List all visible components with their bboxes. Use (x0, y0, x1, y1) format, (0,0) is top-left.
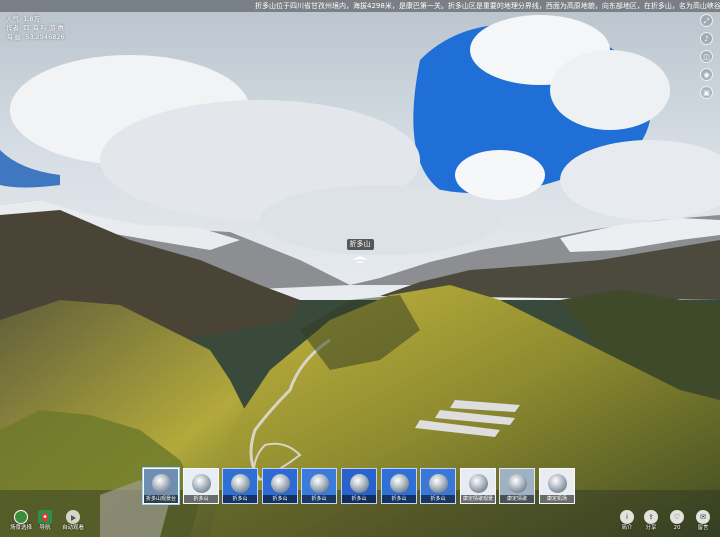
thumbnail-label: 折多山 (184, 495, 218, 503)
like-count: 20 (673, 525, 681, 531)
auto-tour-icon (66, 510, 80, 524)
share-button[interactable]: ⇪ 分享 (640, 510, 662, 532)
scene-thumbnail[interactable]: 折多山 (420, 468, 456, 504)
thumbnail-preview-icon (350, 474, 369, 493)
info-label: 简介 (621, 525, 633, 531)
vr-icon[interactable]: ◫ (700, 50, 713, 63)
scene-thumbnail[interactable]: 康定机场 (539, 468, 575, 504)
thumbnail-preview-icon (152, 474, 171, 493)
map-button[interactable]: 导航 (30, 510, 60, 532)
scene-select-icon (14, 510, 28, 524)
share-label: 分享 (645, 525, 657, 531)
scene-thumbnail[interactable]: 折多山观景台 (143, 468, 179, 504)
scene-thumbnail[interactable]: 折多山 (183, 468, 219, 504)
thumbnail-label: 康定情歌观景 (461, 495, 495, 503)
scene-thumbnail[interactable]: 折多山 (341, 468, 377, 504)
thumbnail-label: 折多山 (421, 495, 455, 503)
scene-thumbnail[interactable]: 折多山 (262, 468, 298, 504)
thumbnail-preview-icon (192, 474, 211, 493)
auto-tour-button[interactable]: 自动观看 (58, 510, 88, 532)
share-icon: ⇪ (644, 510, 658, 524)
scene-thumbnail[interactable]: 折多山 (222, 468, 258, 504)
thumbnail-label: 折多山 (302, 495, 336, 503)
hotspot-arrow-icon[interactable] (350, 255, 370, 265)
info-icon: i (620, 510, 634, 524)
thumbnail-preview-icon (508, 474, 527, 493)
views-count: 人气: 1.8万 (6, 15, 41, 23)
thumbnail-preview-icon (231, 474, 250, 493)
like-icon: ♡ (670, 510, 684, 524)
map-label: 导航 (39, 525, 51, 531)
expand-icon[interactable]: ⤢ (700, 14, 713, 27)
map-icon (38, 510, 52, 524)
auto-tour-label: 自动观看 (61, 525, 84, 531)
thumbnail-label: 折多山 (223, 495, 257, 503)
stats-panel: 人气: 1.8万 作者: 四 海 叫 游 惠 海 拔: 53.2946826 (6, 15, 65, 42)
scene-thumbnail[interactable]: 折多山 (381, 468, 417, 504)
thumbnail-preview-icon (548, 474, 567, 493)
announcement-ticker: 折多山位于四川省甘孜州境内，海拔4298米，是康巴第一关。折多山区是重要的地理分… (0, 0, 720, 12)
comment-icon: ✉ (696, 510, 710, 524)
thumbnail-label: 折多山 (263, 495, 297, 503)
altitude-label: 海 拔: 53.2946826 (6, 33, 65, 41)
thumbnail-preview-icon (390, 474, 409, 493)
music-icon[interactable]: ♪ (700, 32, 713, 45)
thumbnail-label: 折多山 (382, 495, 416, 503)
comment-label: 留言 (697, 525, 709, 531)
hotspot-label[interactable]: 折多山 (346, 239, 374, 250)
scene-hotspot[interactable]: 折多山 (346, 231, 374, 269)
scene-thumbnail[interactable]: 折多山 (301, 468, 337, 504)
gyroscope-icon[interactable]: ▣ (700, 86, 713, 99)
right-toolbar: ⤢ ♪ ◫ ◉ ▣ (700, 14, 714, 104)
thumbnail-label: 折多山 (342, 495, 376, 503)
scene-thumbnail[interactable]: 康定情歌观景 (460, 468, 496, 504)
thumbnail-label: 折多山观景台 (144, 495, 178, 503)
info-button[interactable]: i 简介 (616, 510, 638, 532)
like-button[interactable]: ♡ 20 (666, 510, 688, 532)
thumbnail-label: 康定情歌 (500, 495, 534, 503)
scene-thumbnail[interactable]: 康定情歌 (499, 468, 535, 504)
eye-icon[interactable]: ◉ (700, 68, 713, 81)
ticker-text: 折多山位于四川省甘孜州境内，海拔4298米，是康巴第一关。折多山区是重要的地理分… (255, 2, 720, 10)
thumbnail-preview-icon (271, 474, 290, 493)
bottom-right-menu: i 简介 ⇪ 分享 ♡ 20 ✉ 留言 (606, 510, 716, 536)
thumbnail-preview-icon (310, 474, 329, 493)
thumbnail-label: 康定机场 (540, 495, 574, 503)
thumbnail-preview-icon (429, 474, 448, 493)
thumbnail-preview-icon (469, 474, 488, 493)
comment-button[interactable]: ✉ 留言 (692, 510, 714, 532)
author-label: 作者: 四 海 叫 游 惠 (6, 24, 65, 32)
